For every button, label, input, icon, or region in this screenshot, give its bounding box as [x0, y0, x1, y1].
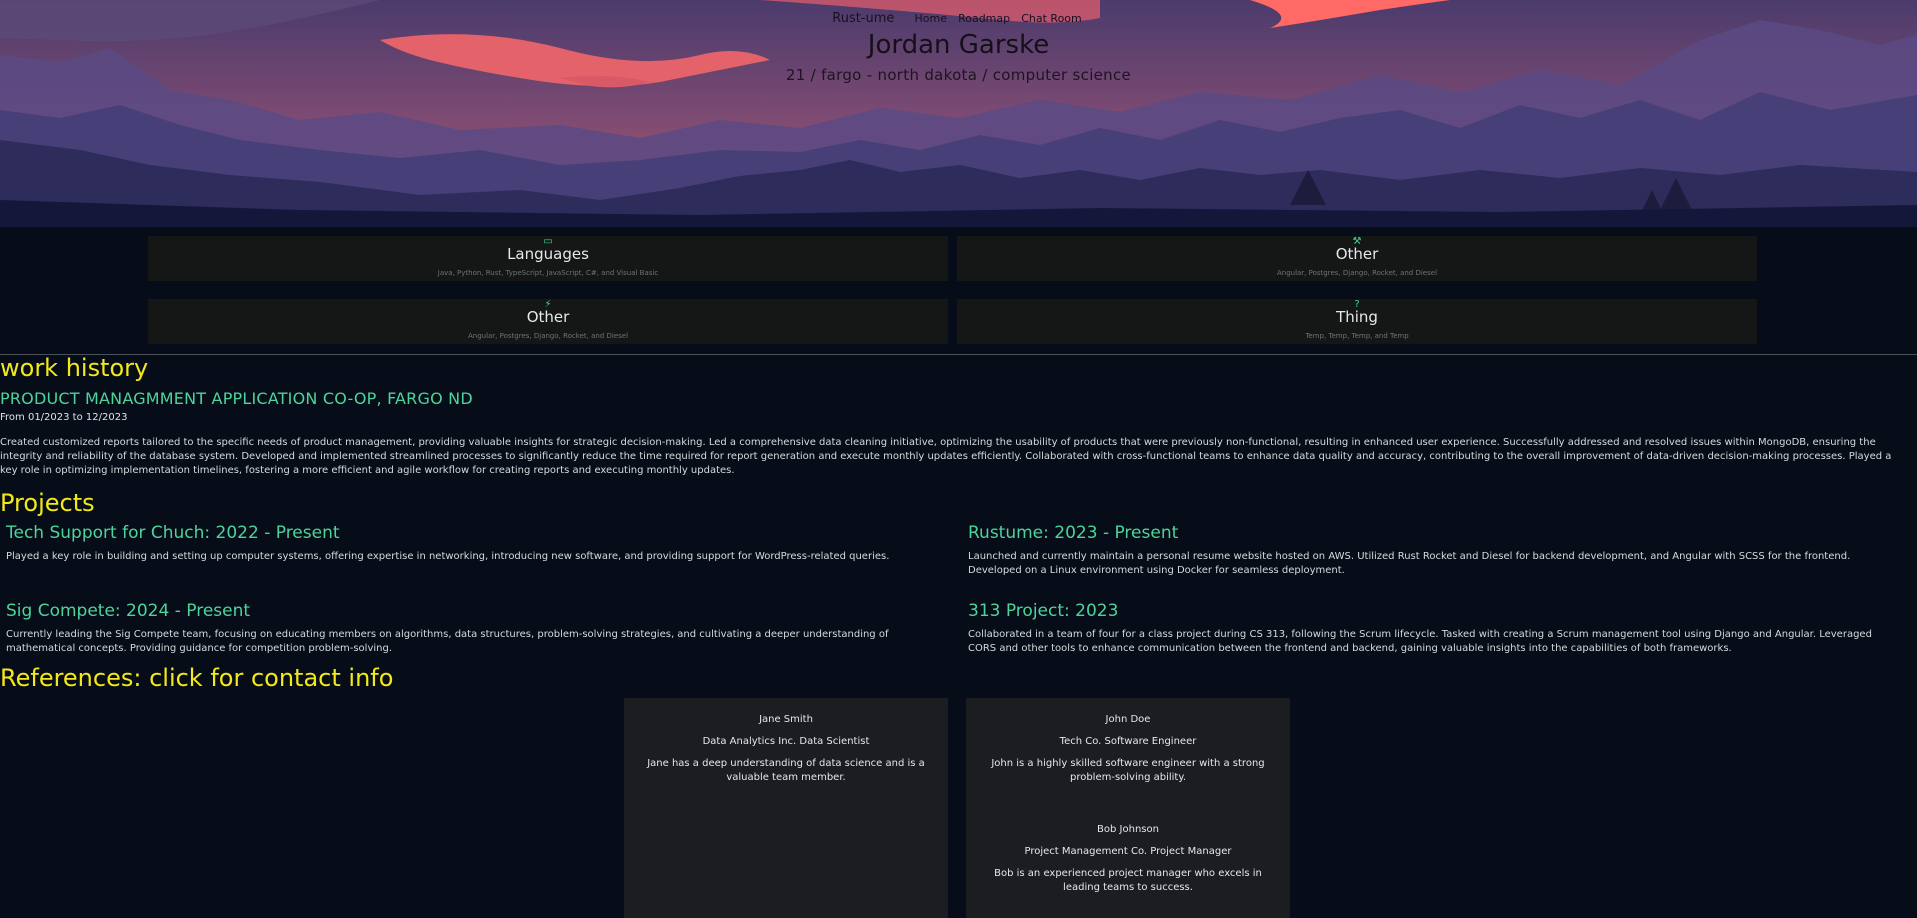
skill-card-other-tools: ⚒ Other Angular, Postgres, Django, Rocke… [957, 236, 1757, 281]
section-divider [0, 354, 1917, 355]
nav-link-roadmap[interactable]: Roadmap [958, 12, 1010, 25]
skill-card-other-frameworks: ⚡ Other Angular, Postgres, Django, Rocke… [148, 299, 948, 344]
references-column-right: John Doe Tech Co. Software Engineer John… [966, 698, 1290, 918]
hero-banner: Rust-ume Home Roadmap Chat Room Jordan G… [0, 0, 1917, 227]
job-title: PRODUCT MANAGMMENT APPLICATION CO-OP, FA… [0, 389, 473, 408]
nav-link-chat-room[interactable]: Chat Room [1021, 12, 1082, 25]
project-description: Collaborated in a team of four for a cla… [968, 629, 1872, 654]
brand-logo[interactable]: Rust-ume [832, 11, 894, 26]
reference-role: Data Analytics Inc. Data Scientist [702, 736, 870, 747]
project-title: Tech Support for Chuch: 2022 - Present [6, 523, 340, 543]
skill-title: Languages [507, 245, 589, 263]
skill-description: Temp, Temp, Temp, and Temp [1305, 332, 1409, 340]
project-card-313-project: 313 Project: 2023 Collaborated in a team… [968, 601, 1903, 656]
project-description: Launched and currently maintain a person… [968, 551, 1851, 576]
project-title: Rustume: 2023 - Present [968, 523, 1179, 543]
top-nav: Rust-ume Home Roadmap Chat Room [0, 8, 1917, 27]
skill-description: Java, Python, Rust, TypeScript, JavaScri… [437, 269, 659, 277]
reference-card-john-doe[interactable]: John Doe Tech Co. Software Engineer John… [966, 714, 1290, 785]
skill-title: Other [1335, 245, 1379, 263]
reference-name: Bob Johnson [1097, 824, 1159, 835]
project-title: Sig Compete: 2024 - Present [6, 601, 251, 621]
references-column-left: Jane Smith Data Analytics Inc. Data Scie… [624, 698, 948, 918]
reference-card-bob-johnson[interactable]: Bob Johnson Project Management Co. Proje… [966, 824, 1290, 895]
reference-name: Jane Smith [759, 714, 813, 725]
reference-description: Jane has a deep understanding of data sc… [647, 758, 925, 783]
project-description: Currently leading the Sig Compete team, … [6, 629, 889, 654]
reference-name: John Doe [1105, 714, 1151, 725]
references-heading: References: click for contact info [0, 664, 394, 692]
reference-role: Project Management Co. Project Manager [1024, 846, 1232, 857]
nav-link-home[interactable]: Home [915, 12, 947, 25]
project-card-tech-support: Tech Support for Chuch: 2022 - Present P… [6, 523, 936, 564]
skill-title: Thing [1336, 308, 1378, 326]
job-description: Created customized reports tailored to t… [0, 437, 1892, 476]
reference-description: Bob is an experienced project manager wh… [994, 868, 1262, 893]
project-title: 313 Project: 2023 [968, 601, 1119, 621]
project-card-sig-compete: Sig Compete: 2024 - Present Currently le… [6, 601, 936, 656]
profile-subtitle: 21 / fargo - north dakota / computer sci… [785, 66, 1132, 84]
reference-role: Tech Co. Software Engineer [1059, 736, 1197, 747]
skill-description: Angular, Postgres, Django, Rocket, and D… [467, 332, 629, 340]
reference-description: John is a highly skilled software engine… [991, 758, 1265, 783]
reference-card-jane-smith[interactable]: Jane Smith Data Analytics Inc. Data Scie… [624, 714, 948, 785]
job-dates: From 01/2023 to 12/2023 [0, 412, 128, 423]
project-description: Played a key role in building and settin… [6, 551, 890, 562]
project-card-rustume: Rustume: 2023 - Present Launched and cur… [968, 523, 1903, 578]
skill-card-languages: ▭ Languages Java, Python, Rust, TypeScri… [148, 236, 948, 281]
profile-name: Jordan Garske [867, 30, 1050, 60]
work-history-heading: work history [0, 354, 149, 382]
skill-title: Other [526, 308, 570, 326]
skill-description: Angular, Postgres, Django, Rocket, and D… [1276, 269, 1438, 277]
skill-card-thing: ? Thing Temp, Temp, Temp, and Temp [957, 299, 1757, 344]
projects-heading: Projects [0, 489, 95, 517]
